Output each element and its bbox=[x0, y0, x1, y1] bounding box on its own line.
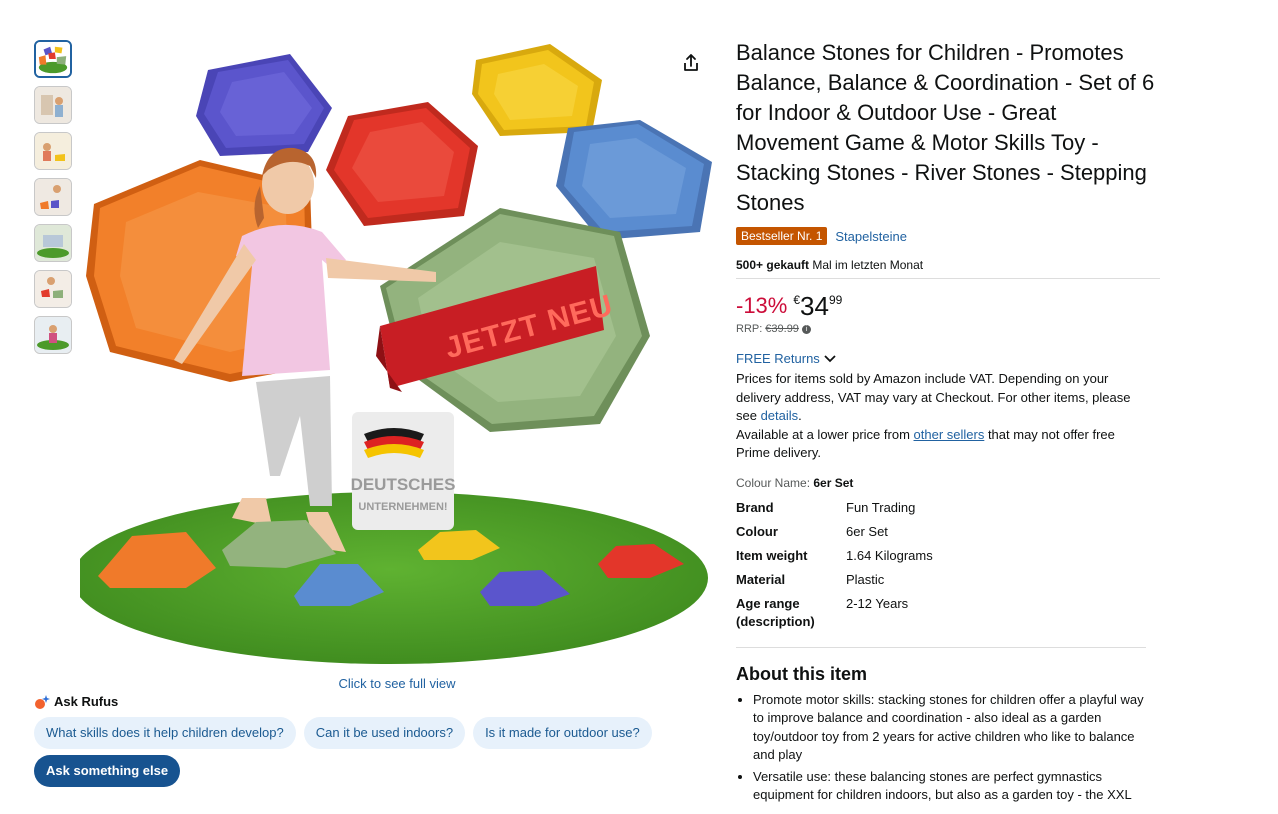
price-fraction: 99 bbox=[828, 293, 843, 307]
spec-key: Material bbox=[736, 571, 786, 587]
yellow-stone bbox=[472, 44, 602, 136]
free-returns-link[interactable]: FREE Returns bbox=[736, 351, 1156, 366]
thumbnail-5[interactable] bbox=[34, 224, 72, 262]
product-details: Balance Stones for Children - Promotes B… bbox=[736, 38, 1160, 808]
spec-value: 2-12 Years bbox=[846, 595, 909, 611]
rufus-title: Ask Rufus bbox=[34, 694, 652, 709]
spec-key: Brand bbox=[736, 499, 774, 515]
colour-name: Colour Name: 6er Set bbox=[736, 476, 1156, 490]
rufus-chip-outdoor[interactable]: Is it made for outdoor use? bbox=[473, 717, 652, 749]
rufus-spark-icon bbox=[35, 694, 50, 709]
thumbnail-2[interactable] bbox=[34, 86, 72, 124]
rrp-label: RRP: bbox=[736, 323, 763, 335]
svg-text:DEUTSCHES: DEUTSCHES bbox=[351, 475, 456, 494]
product-title: Balance Stones for Children - Promotes B… bbox=[736, 40, 1155, 215]
list-item: Promote motor skills: stacking stones fo… bbox=[753, 691, 1153, 765]
purple-stone bbox=[196, 54, 332, 156]
spec-row-weight: Item weight 1.64 Kilograms bbox=[736, 547, 933, 571]
bestseller-badge[interactable]: Bestseller Nr. 1 bbox=[736, 227, 828, 245]
free-returns-text: FREE Returns bbox=[736, 351, 820, 366]
chevron-down-icon bbox=[824, 354, 836, 362]
thumbnail-strip bbox=[34, 40, 74, 362]
spec-key: Colour bbox=[736, 523, 778, 539]
rrp-value: €39.99 bbox=[765, 323, 799, 335]
about-title: About this item bbox=[736, 663, 867, 684]
lower-price-pre: Available at a lower price from bbox=[736, 426, 914, 442]
rrp-row: RRP: €39.99 i bbox=[736, 323, 1156, 335]
spec-row-colour: Colour 6er Set bbox=[736, 523, 933, 547]
spec-value: Plastic bbox=[846, 571, 885, 587]
bought-count: 500+ gekauft Mal im letzten Monat bbox=[736, 258, 1156, 272]
spec-value: 6er Set bbox=[846, 523, 888, 539]
red-stone bbox=[326, 102, 478, 226]
rufus-chips: What skills does it help children develo… bbox=[34, 717, 652, 749]
vat-end: . bbox=[798, 408, 802, 423]
bought-count-bold: 500+ gekauft bbox=[736, 258, 810, 272]
spec-row-brand: Brand Fun Trading bbox=[736, 499, 933, 523]
category-link[interactable]: Stapelsteine bbox=[835, 229, 907, 244]
thumbnail-6[interactable] bbox=[34, 270, 72, 308]
list-item: Versatile use: these balancing stones ar… bbox=[753, 768, 1153, 805]
spec-row-material: Material Plastic bbox=[736, 571, 933, 595]
thumbnail-1[interactable] bbox=[34, 40, 72, 78]
svg-text:UNTERNEHMEN!: UNTERNEHMEN! bbox=[358, 501, 447, 513]
rufus-title-text: Ask Rufus bbox=[54, 694, 119, 709]
colour-label: Colour Name: bbox=[736, 475, 814, 490]
share-icon[interactable] bbox=[680, 52, 702, 74]
spec-key: Item weight bbox=[736, 547, 808, 563]
discount-percent: -13% bbox=[736, 293, 788, 318]
specs-table: Brand Fun Trading Colour 6er Set Item weig… bbox=[736, 499, 933, 637]
full-view-link[interactable]: Click to see full view bbox=[0, 676, 794, 691]
blue-stone bbox=[556, 120, 712, 240]
price-row: -13% € 34 99 bbox=[736, 292, 1156, 320]
spec-value: Fun Trading bbox=[846, 499, 916, 515]
info-icon[interactable]: i bbox=[801, 324, 811, 334]
thumbnail-4[interactable] bbox=[34, 178, 72, 216]
spec-value: 1.64 Kilograms bbox=[846, 547, 933, 563]
other-sellers-link[interactable]: other sellers bbox=[914, 427, 985, 442]
price-currency: € bbox=[793, 293, 801, 307]
price-whole: 34 bbox=[800, 291, 829, 321]
thumbnail-7[interactable] bbox=[34, 316, 72, 354]
vat-info: Prices for items sold by Amazon include … bbox=[736, 370, 1136, 463]
vat-details-link[interactable]: details bbox=[761, 408, 799, 423]
divider bbox=[736, 278, 1160, 279]
badge-row: Bestseller Nr. 1 Stapelsteine bbox=[736, 227, 1156, 245]
about-bullets: Promote motor skills: stacking stones fo… bbox=[736, 691, 1153, 805]
spec-key: Age range (description) bbox=[736, 595, 815, 629]
thumbnail-3[interactable] bbox=[34, 132, 72, 170]
divider bbox=[736, 646, 1146, 648]
ask-something-else-button[interactable]: Ask something else bbox=[34, 755, 181, 787]
rufus-chip-indoors[interactable]: Can it be used indoors? bbox=[303, 717, 466, 749]
bought-count-rest: Mal im letzten Monat bbox=[809, 258, 924, 272]
rufus-panel: Ask Rufus What skills does it help child… bbox=[34, 694, 652, 787]
colour-value: 6er Set bbox=[813, 475, 854, 490]
german-company-sign: DEUTSCHES UNTERNEHMEN! bbox=[351, 412, 456, 530]
rufus-chip-skills[interactable]: What skills does it help children develo… bbox=[34, 717, 296, 749]
spec-row-age: Age range (description) 2-12 Years bbox=[736, 595, 933, 637]
main-product-image[interactable]: JETZT NEU DEUTSCHES UNTERNEHMEN! bbox=[80, 36, 720, 672]
